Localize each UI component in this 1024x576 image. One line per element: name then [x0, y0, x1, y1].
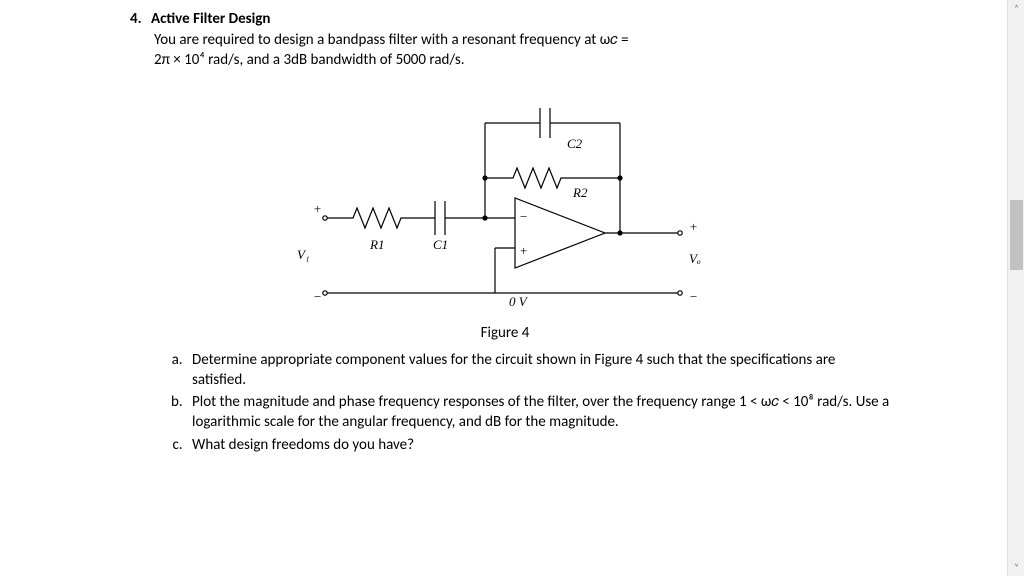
scroll-thumb[interactable]	[1010, 200, 1023, 270]
figure-caption: Figure 4	[120, 324, 890, 342]
vout-label: Vₒ	[689, 251, 701, 266]
document-page: 4. Active Filter Design You are required…	[80, 0, 930, 576]
opamp-minus-label: −	[520, 209, 527, 224]
question-title: Active Filter Design	[151, 10, 270, 28]
figure-wrapper: + V₁ − R1 C1 C2 R2 − + 0 V + Vₒ − Figure…	[120, 83, 890, 342]
c2-label: C2	[567, 136, 583, 151]
subpart-b: Plot the magnitude and phase frequency r…	[186, 392, 890, 433]
vout-plus-label: +	[689, 219, 698, 234]
vin-minus-label: −	[313, 289, 322, 304]
scroll-down-arrow[interactable]: ˅	[1008, 559, 1024, 576]
vin-plus-label: +	[313, 201, 322, 216]
opamp-plus-label: +	[520, 243, 527, 258]
vin-label: V₁	[297, 247, 309, 262]
subparts-list: Determine appropriate component values f…	[120, 350, 890, 455]
question-text-line2: 2π × 10⁴ rad/s, and a 3dB bandwidth of 5…	[154, 51, 465, 69]
question-text-line1: You are required to design a bandpass fi…	[154, 31, 629, 49]
subpart-a: Determine appropriate component values f…	[186, 350, 890, 391]
scroll-up-arrow[interactable]: ˄	[1008, 0, 1024, 17]
vertical-scrollbar[interactable]: ˄ ˅	[1007, 0, 1024, 576]
question-body: You are required to design a bandpass fi…	[154, 30, 890, 71]
c1-label: C1	[433, 237, 448, 252]
subpart-c: What design freedoms do you have?	[186, 435, 890, 455]
question-block: 4. Active Filter Design You are required…	[130, 10, 890, 71]
r1-label: R1	[369, 237, 384, 252]
vout-minus-label: −	[689, 289, 698, 304]
circuit-diagram: + V₁ − R1 C1 C2 R2 − + 0 V + Vₒ −	[285, 83, 725, 323]
ground-label: 0 V	[509, 294, 529, 309]
r2-label: R2	[572, 185, 588, 200]
question-number: 4.	[130, 10, 142, 28]
